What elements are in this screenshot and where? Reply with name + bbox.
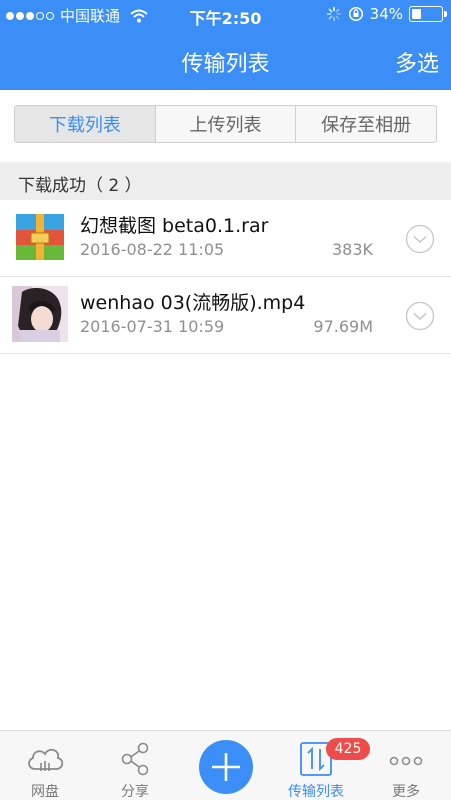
activity-spinner-icon — [326, 6, 341, 22]
plus-icon — [212, 753, 240, 781]
chevron-down-icon[interactable] — [405, 301, 435, 331]
tab-share[interactable]: 分享 — [90, 731, 180, 800]
tab-label: 更多 — [392, 784, 420, 800]
cloud-icon — [28, 748, 64, 771]
battery-percent: 34% — [369, 5, 403, 23]
screen: 中国联通 下午2:50 34% 传输列表 多选 下载列表 上传列表 保存至相册 … — [0, 0, 451, 800]
rar-archive-icon — [16, 214, 64, 260]
share-icon — [121, 742, 149, 776]
file-size: 383K — [331, 240, 373, 259]
tab-upload-list[interactable]: 上传列表 — [156, 106, 297, 142]
multi-select-button[interactable]: 多选 — [395, 46, 439, 78]
add-button[interactable] — [199, 740, 253, 794]
header: 中国联通 下午2:50 34% 传输列表 多选 — [0, 0, 451, 90]
orientation-lock-icon — [348, 6, 363, 22]
list-item[interactable]: wenhao 03(流畅版).mp4 2016-07-31 10:59 97.6… — [0, 277, 451, 354]
tab-label: 网盘 — [31, 784, 59, 800]
file-name: wenhao 03(流畅版).mp4 — [80, 292, 306, 314]
list-item[interactable]: 幻想截图 beta0.1.rar 2016-08-22 11:05 383K — [0, 200, 451, 277]
tab-download-list[interactable]: 下载列表 — [15, 106, 156, 142]
battery-icon — [409, 6, 447, 22]
segmented-control: 下载列表 上传列表 保存至相册 — [14, 105, 437, 143]
file-size: 97.69M — [313, 317, 373, 336]
section-header: 下载成功（ 2 ） — [0, 162, 451, 200]
tab-label: 传输列表 — [288, 784, 344, 800]
tab-cloud-drive[interactable]: 网盘 — [0, 731, 90, 800]
file-date: 2016-07-31 10:59 — [80, 317, 225, 336]
chevron-down-icon[interactable] — [405, 224, 435, 254]
page-title: 传输列表 — [181, 52, 270, 77]
status-bar: 中国联通 下午2:50 34% — [0, 0, 451, 30]
tab-bar: 网盘 分享 传输列表 425 更多 — [0, 730, 451, 800]
more-dots-icon — [389, 756, 423, 766]
section-title: 下载成功（ 2 ） — [18, 176, 142, 196]
file-date: 2016-08-22 11:05 — [80, 240, 225, 259]
file-name: 幻想截图 beta0.1.rar — [80, 215, 269, 237]
video-thumbnail — [12, 286, 68, 342]
tab-more[interactable]: 更多 — [361, 731, 451, 800]
tab-save-to-album[interactable]: 保存至相册 — [296, 106, 436, 142]
tab-label: 分享 — [121, 784, 149, 800]
